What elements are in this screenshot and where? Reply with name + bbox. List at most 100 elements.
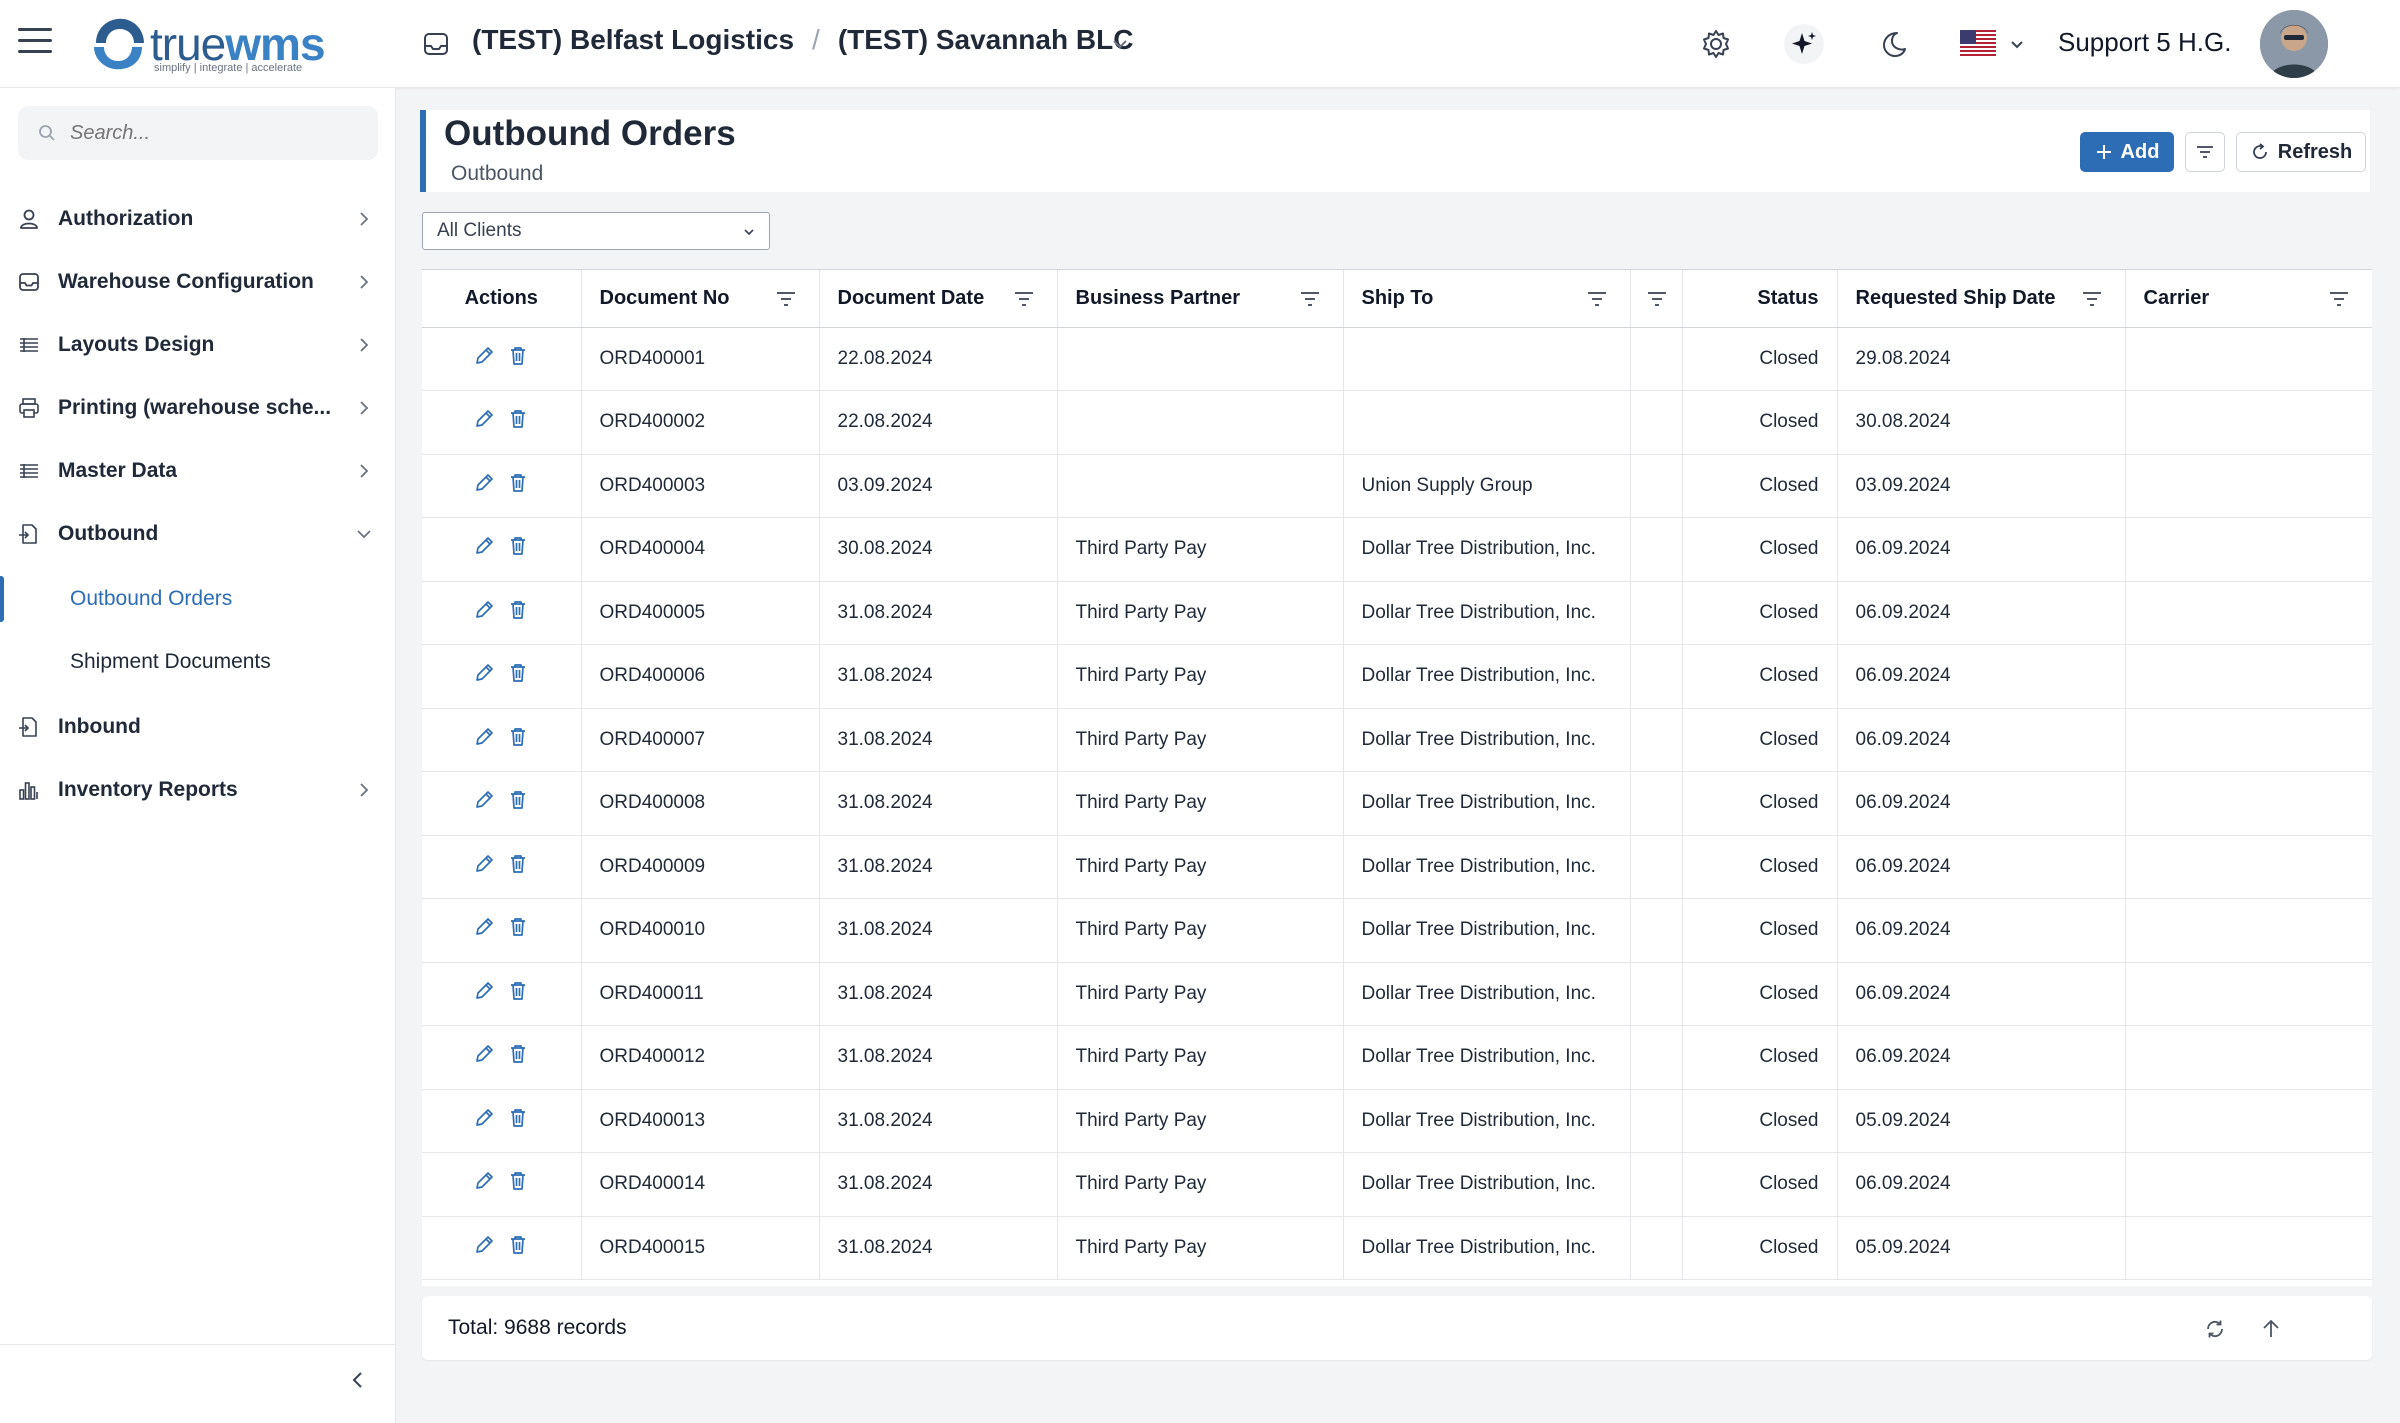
cell-unnamed: [1630, 517, 1683, 582]
delete-icon[interactable]: [507, 1107, 529, 1129]
warehouse-icon[interactable]: [420, 28, 452, 60]
logo[interactable]: truewms simplify | integrate | accelerat…: [88, 10, 326, 78]
edit-icon[interactable]: [473, 599, 495, 621]
column-filter-icon[interactable]: [1013, 290, 1035, 308]
edit-icon[interactable]: [473, 1107, 495, 1129]
delete-icon[interactable]: [507, 408, 529, 430]
column-filter-icon[interactable]: [775, 290, 797, 308]
column-header-carrier[interactable]: Carrier: [2125, 270, 2372, 328]
sidebar-item-master-data[interactable]: Master Data: [0, 440, 396, 502]
sidebar-search[interactable]: [18, 106, 378, 160]
table-row[interactable]: ORD400015 31.08.2024 Third Party Pay Dollar…: [422, 1216, 2372, 1280]
table-row[interactable]: ORD400007 31.08.2024 Third Party Pay Dollar…: [422, 708, 2372, 772]
scroll-top-icon[interactable]: [2258, 1316, 2284, 1342]
column-filter-icon[interactable]: [1299, 290, 1321, 308]
column-header-document-no[interactable]: Document No: [581, 270, 820, 328]
cell-unnamed: [1630, 898, 1683, 963]
sidebar-item-printing[interactable]: Printing (warehouse sche...: [0, 377, 396, 439]
cell-carrier: [2125, 771, 2372, 836]
filter-button[interactable]: [2185, 132, 2225, 172]
edit-icon[interactable]: [473, 345, 495, 367]
user-avatar[interactable]: [2260, 10, 2328, 78]
delete-icon[interactable]: [507, 789, 529, 811]
refresh-button[interactable]: Refresh: [2236, 132, 2366, 172]
edit-icon[interactable]: [473, 853, 495, 875]
sidebar-item-outbound[interactable]: Outbound: [0, 503, 396, 565]
sidebar-subitem-shipment-documents[interactable]: Shipment Documents: [0, 631, 396, 693]
client-select[interactable]: All Clients: [422, 212, 770, 250]
column-header-unnamed[interactable]: [1630, 270, 1683, 328]
sidebar-item-inbound[interactable]: Inbound: [0, 696, 396, 758]
column-filter-icon[interactable]: [1646, 290, 1668, 308]
delete-icon[interactable]: [507, 916, 529, 938]
gear-icon[interactable]: [1696, 24, 1736, 64]
table-row[interactable]: ORD400013 31.08.2024 Third Party Pay Dollar…: [422, 1089, 2372, 1153]
edit-icon[interactable]: [473, 408, 495, 430]
search-input[interactable]: [70, 121, 360, 145]
us-flag-icon[interactable]: [1960, 30, 1996, 56]
table-row[interactable]: ORD400012 31.08.2024 Third Party Pay Dollar…: [422, 1025, 2372, 1090]
sidebar-item-label: Master Data: [58, 459, 178, 482]
delete-icon[interactable]: [507, 345, 529, 367]
column-header-status[interactable]: Status: [1682, 270, 1838, 328]
reload-icon[interactable]: [2202, 1316, 2228, 1342]
column-header-business-partner[interactable]: Business Partner: [1057, 270, 1344, 328]
delete-icon[interactable]: [507, 1234, 529, 1256]
column-filter-icon[interactable]: [1586, 290, 1608, 308]
sidebar-item-authorization[interactable]: Authorization: [0, 188, 396, 250]
breadcrumb[interactable]: (TEST) Belfast Logistics / (TEST) Savann…: [472, 24, 1133, 56]
language-chevron-icon[interactable]: [2008, 36, 2026, 54]
cell-document-no: ORD400008: [581, 771, 820, 836]
moon-icon[interactable]: [1874, 24, 1914, 64]
delete-icon[interactable]: [507, 1043, 529, 1065]
warehouse-name[interactable]: (TEST) Savannah BLC: [838, 24, 1134, 56]
column-filter-icon[interactable]: [2081, 290, 2103, 308]
chevron-down-icon[interactable]: [1110, 34, 1130, 54]
table-row[interactable]: ORD400006 31.08.2024 Third Party Pay Dollar…: [422, 644, 2372, 709]
table-row[interactable]: ORD400011 31.08.2024 Third Party Pay Dollar…: [422, 962, 2372, 1026]
username[interactable]: Support 5 H.G.: [2058, 27, 2231, 58]
edit-icon[interactable]: [473, 916, 495, 938]
edit-icon[interactable]: [473, 1170, 495, 1192]
table-row[interactable]: ORD400005 31.08.2024 Third Party Pay Dollar…: [422, 581, 2372, 645]
sidebar-item-layouts-design[interactable]: Layouts Design: [0, 314, 396, 376]
edit-icon[interactable]: [473, 980, 495, 1002]
table-row[interactable]: ORD400004 30.08.2024 Third Party Pay Dollar…: [422, 517, 2372, 582]
table-row[interactable]: ORD400003 03.09.2024 Union Supply Group Clo…: [422, 454, 2372, 518]
delete-icon[interactable]: [507, 535, 529, 557]
delete-icon[interactable]: [507, 726, 529, 748]
edit-icon[interactable]: [473, 535, 495, 557]
edit-icon[interactable]: [473, 1234, 495, 1256]
delete-icon[interactable]: [507, 980, 529, 1002]
table-row[interactable]: ORD400001 22.08.2024 Closed 29.08.2024: [422, 327, 2372, 391]
column-header-document-date[interactable]: Document Date: [819, 270, 1058, 328]
delete-icon[interactable]: [507, 1170, 529, 1192]
delete-icon[interactable]: [507, 662, 529, 684]
collapse-sidebar-icon[interactable]: [346, 1368, 370, 1392]
company-name[interactable]: (TEST) Belfast Logistics: [472, 24, 794, 56]
edit-icon[interactable]: [473, 472, 495, 494]
sidebar-subitem-outbound-orders[interactable]: Outbound Orders: [0, 568, 396, 630]
table-row[interactable]: ORD400009 31.08.2024 Third Party Pay Dollar…: [422, 835, 2372, 899]
table-row[interactable]: ORD400010 31.08.2024 Third Party Pay Dollar…: [422, 898, 2372, 963]
sparkle-icon[interactable]: [1784, 24, 1824, 64]
column-header-requested-ship-date[interactable]: Requested Ship Date: [1837, 270, 2126, 328]
table-row[interactable]: ORD400014 31.08.2024 Third Party Pay Dollar…: [422, 1152, 2372, 1217]
sidebar-item-inventory-reports[interactable]: Inventory Reports: [0, 759, 396, 821]
menu-icon[interactable]: [18, 28, 52, 58]
delete-icon[interactable]: [507, 472, 529, 494]
table-row[interactable]: ORD400002 22.08.2024 Closed 30.08.2024: [422, 390, 2372, 455]
sidebar-item-warehouse-configuration[interactable]: Warehouse Configuration: [0, 251, 396, 313]
edit-icon[interactable]: [473, 662, 495, 684]
column-header-ship-to[interactable]: Ship To: [1343, 270, 1631, 328]
column-filter-icon[interactable]: [2328, 290, 2350, 308]
cell-requested-ship-date: 05.09.2024: [1837, 1089, 2126, 1153]
edit-icon[interactable]: [473, 726, 495, 748]
edit-icon[interactable]: [473, 1043, 495, 1065]
delete-icon[interactable]: [507, 853, 529, 875]
table-row[interactable]: ORD400008 31.08.2024 Third Party Pay Dollar…: [422, 771, 2372, 836]
add-button[interactable]: Add: [2080, 132, 2174, 172]
delete-icon[interactable]: [507, 599, 529, 621]
cell-business-partner: Third Party Pay: [1057, 1152, 1344, 1217]
edit-icon[interactable]: [473, 789, 495, 811]
